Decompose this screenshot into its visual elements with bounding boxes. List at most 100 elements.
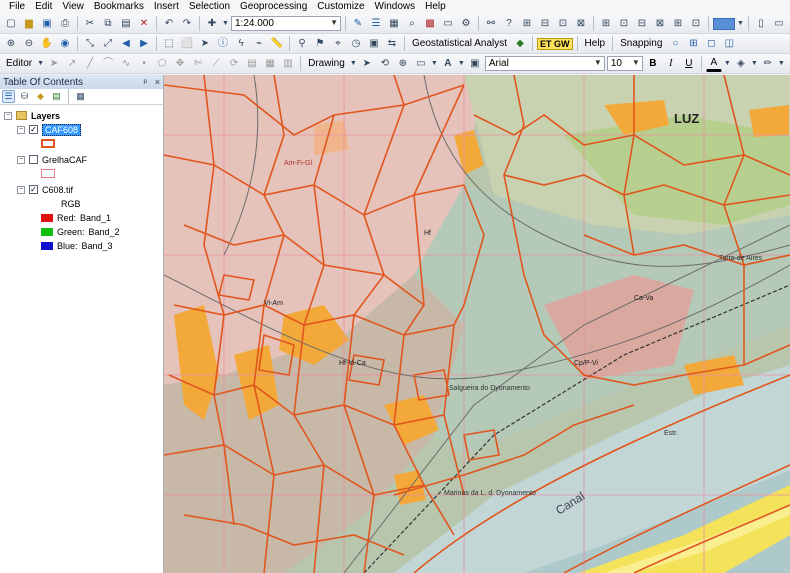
- tool-f-icon[interactable]: ⊡: [616, 16, 632, 32]
- line-color-icon[interactable]: ✏: [760, 56, 776, 72]
- color-dropdown-icon[interactable]: ▼: [737, 16, 744, 32]
- tool-d-icon[interactable]: ⊠: [573, 16, 589, 32]
- map-display[interactable]: LUZ Canal Salgueira do Dyonamento Marina…: [164, 75, 790, 573]
- swipe-icon[interactable]: ⇆: [384, 36, 400, 52]
- catalog-icon[interactable]: ▦: [386, 16, 402, 32]
- menu-windows[interactable]: Windows: [370, 0, 421, 14]
- create-features-icon[interactable]: ▥: [280, 56, 296, 72]
- tool-i-icon[interactable]: ⊞: [670, 16, 686, 32]
- identify-icon[interactable]: ⚯: [483, 16, 499, 32]
- layers-group-row[interactable]: − Layers: [4, 109, 60, 122]
- color-picker-swatch[interactable]: [713, 17, 735, 30]
- map-scale-combo[interactable]: 1:24.000 ▼: [231, 16, 341, 31]
- layers-group-label[interactable]: Layers: [31, 111, 60, 121]
- rotate-graphics-icon[interactable]: ⟲: [377, 56, 393, 72]
- tool-g-icon[interactable]: ⊟: [634, 16, 650, 32]
- find-icon[interactable]: ⚲: [294, 36, 310, 52]
- clear-selection-icon[interactable]: ⬜: [179, 36, 195, 52]
- help-menu[interactable]: Help: [582, 38, 609, 49]
- reshape-icon[interactable]: ✥: [172, 56, 188, 72]
- layer-name-c608[interactable]: C608.tif: [42, 185, 73, 195]
- open-folder-icon[interactable]: ▆: [21, 16, 37, 32]
- edge-snapping-icon[interactable]: ◫: [721, 36, 737, 52]
- snapping-menu[interactable]: Snapping: [617, 38, 665, 49]
- layout-a-icon[interactable]: ▯: [753, 16, 769, 32]
- layer-row-caf608[interactable]: − ✓ CAF608: [17, 123, 82, 136]
- cut-polygons-icon[interactable]: ✄: [190, 56, 206, 72]
- identify-tool-icon[interactable]: ⓘ: [215, 36, 231, 52]
- find-route-icon[interactable]: ⚑: [312, 36, 328, 52]
- list-by-source-icon[interactable]: ⛁: [18, 90, 31, 103]
- line-color-dropdown-icon[interactable]: ▼: [778, 56, 785, 72]
- hyperlink-icon[interactable]: ϟ: [233, 36, 249, 52]
- tool-h-icon[interactable]: ⊠: [652, 16, 668, 32]
- menu-help[interactable]: Help: [420, 0, 451, 14]
- new-document-icon[interactable]: ▢: [3, 16, 19, 32]
- font-color-dropdown-icon[interactable]: ▼: [724, 56, 731, 72]
- font-color-button[interactable]: A: [705, 56, 722, 72]
- menu-view[interactable]: View: [57, 0, 89, 14]
- bold-button[interactable]: B: [645, 56, 661, 72]
- green-band-swatch[interactable]: [41, 227, 53, 236]
- search-window-icon[interactable]: ⌕: [404, 16, 420, 32]
- menu-geoprocessing[interactable]: Geoprocessing: [235, 0, 312, 14]
- polygon-symbol-icon[interactable]: [41, 139, 55, 148]
- cut-icon[interactable]: ✂: [82, 16, 98, 32]
- underline-button[interactable]: U: [681, 56, 697, 72]
- zoom-in-icon[interactable]: ⊕: [3, 36, 19, 52]
- menu-selection[interactable]: Selection: [184, 0, 235, 14]
- straight-segment-icon[interactable]: ╱: [82, 56, 98, 72]
- italic-button[interactable]: I: [663, 56, 679, 72]
- fixed-zoom-out-icon[interactable]: ⤢: [100, 36, 116, 52]
- print-icon[interactable]: ⎙: [57, 16, 73, 32]
- rectangle-icon[interactable]: ▭: [413, 56, 429, 72]
- menu-file[interactable]: File: [4, 0, 30, 14]
- geostatistical-analyst-menu[interactable]: Geostatistical Analyst: [409, 38, 510, 49]
- text-tool-icon[interactable]: A: [440, 56, 456, 72]
- collapse-icon[interactable]: −: [17, 125, 25, 134]
- time-slider-icon[interactable]: ◷: [348, 36, 364, 52]
- map-canvas[interactable]: LUZ Canal Salgueira do Dyonamento Marina…: [164, 75, 790, 573]
- layer-row-c608[interactable]: − ✓ C608.tif: [17, 183, 73, 196]
- menu-insert[interactable]: Insert: [149, 0, 184, 14]
- list-by-selection-icon[interactable]: ▤: [50, 90, 63, 103]
- tool-b-icon[interactable]: ⊟: [537, 16, 553, 32]
- end-point-arc-icon[interactable]: ⌒: [100, 56, 116, 72]
- editor-menu[interactable]: Editor: [3, 58, 35, 69]
- menu-customize[interactable]: Customize: [312, 0, 369, 14]
- list-by-drawing-order-icon[interactable]: ☰: [2, 90, 15, 103]
- create-viewer-icon[interactable]: ▣: [366, 36, 382, 52]
- paste-icon[interactable]: ▤: [118, 16, 134, 32]
- model-builder-icon[interactable]: ⚙: [458, 16, 474, 32]
- select-elements-icon[interactable]: ➤: [197, 36, 213, 52]
- copy-icon[interactable]: ⧉: [100, 16, 116, 32]
- collapse-icon[interactable]: −: [4, 111, 12, 120]
- trace-icon[interactable]: ∿: [118, 56, 134, 72]
- forward-extent-icon[interactable]: ▶: [136, 36, 152, 52]
- collapse-icon[interactable]: −: [17, 155, 25, 164]
- edit-annotation-icon[interactable]: ↗: [64, 56, 80, 72]
- edit-vertices-icon[interactable]: ⬠: [154, 56, 170, 72]
- add-data-dropdown-icon[interactable]: ▼: [222, 16, 229, 32]
- font-size-combo[interactable]: 10 ▼: [606, 56, 643, 71]
- editor-dropdown-icon[interactable]: ▼: [37, 56, 44, 72]
- drawing-dropdown-icon[interactable]: ▼: [350, 56, 357, 72]
- geostatistical-wizard-icon[interactable]: ◆: [512, 36, 528, 52]
- table-of-contents-icon[interactable]: ☰: [368, 16, 384, 32]
- symbol-row-grelhacaf[interactable]: [41, 167, 55, 180]
- undo-icon[interactable]: ↶: [161, 16, 177, 32]
- red-band-swatch[interactable]: [41, 213, 53, 222]
- zoom-graphics-icon[interactable]: ⊕: [395, 56, 411, 72]
- editor-toolbar-icon[interactable]: ✎: [350, 16, 366, 32]
- rotate-icon[interactable]: ⟳: [226, 56, 242, 72]
- menu-bookmarks[interactable]: Bookmarks: [89, 0, 149, 14]
- fill-color-icon[interactable]: ◈: [733, 56, 749, 72]
- edit-tool-icon[interactable]: ➤: [46, 56, 62, 72]
- full-extent-icon[interactable]: ◉: [57, 36, 73, 52]
- layout-b-icon[interactable]: ▭: [771, 16, 787, 32]
- save-icon[interactable]: ▣: [39, 16, 55, 32]
- list-by-visibility-icon[interactable]: ◆: [34, 90, 47, 103]
- html-popup-icon[interactable]: ⌁: [251, 36, 267, 52]
- back-extent-icon[interactable]: ◀: [118, 36, 134, 52]
- tool-j-icon[interactable]: ⊡: [688, 16, 704, 32]
